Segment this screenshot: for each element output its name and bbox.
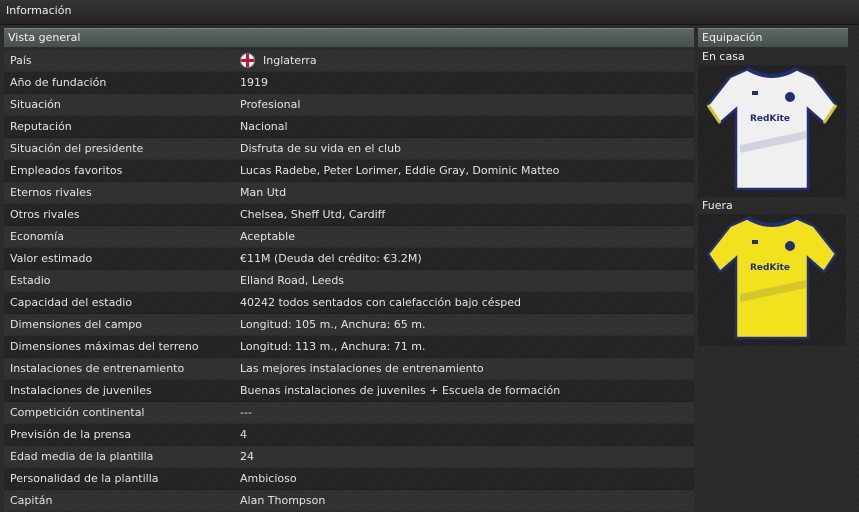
home-sponsor-text: RedKite xyxy=(750,114,790,124)
info-value: Chelsea, Sheff Utd, Cardiff xyxy=(240,208,386,221)
window-title: Información xyxy=(6,4,72,17)
info-row-rivals: Eternos rivales Man Utd xyxy=(4,182,694,204)
info-label: Capitán xyxy=(10,494,53,507)
info-label: Situación xyxy=(10,98,61,111)
away-kit: RedKite xyxy=(698,214,846,346)
info-label: Personalidad de la plantilla xyxy=(10,472,159,485)
info-value: --- xyxy=(240,406,252,419)
away-sponsor-text: RedKite xyxy=(750,263,790,273)
info-label: Dimensiones del campo xyxy=(10,318,142,331)
info-row-stadium-capacity: Capacidad del estadio 40242 todos sentado… xyxy=(4,292,694,314)
info-value: €11M (Deuda del crédito: €3.2M) xyxy=(240,252,422,265)
kits-panel: Equipación En casa RedKite Fuera RedKite xyxy=(698,28,848,494)
info-label: Dimensiones máximas del terreno xyxy=(10,340,199,353)
window-title-bar: Información xyxy=(0,0,859,25)
overview-panel: Vista general País Inglaterra Año de funda… xyxy=(4,28,694,512)
info-row-favourite-staff: Empleados favoritos Lucas Radebe, Peter L… xyxy=(4,160,694,182)
info-label: Año de fundación xyxy=(10,76,107,89)
info-label: Reputación xyxy=(10,120,72,133)
info-label: Instalaciones de entrenamiento xyxy=(10,362,185,375)
info-row-squad-personality: Personalidad de la plantilla Ambicioso xyxy=(4,468,694,490)
info-row-continental-competition: Competición continental --- xyxy=(4,402,694,424)
info-value: Buenas instalaciones de juveniles + Escu… xyxy=(240,384,561,397)
info-value: Longitud: 113 m., Anchura: 71 m. xyxy=(240,340,426,353)
away-shirt-icon: RedKite xyxy=(706,216,838,340)
info-value: Profesional xyxy=(240,98,301,111)
info-label: Otros rivales xyxy=(10,208,80,221)
overview-header: Vista general xyxy=(4,28,694,48)
info-row-pitch-dimensions: Dimensiones del campo Longitud: 105 m., A… xyxy=(4,314,694,336)
info-value: Aceptable xyxy=(240,230,295,243)
info-value: Man Utd xyxy=(240,186,287,199)
info-value: Lucas Radebe, Peter Lorimer, Eddie Gray,… xyxy=(240,164,560,177)
info-label: Capacidad del estadio xyxy=(10,296,133,309)
info-label: Valor estimado xyxy=(10,252,93,265)
info-value: Longitud: 105 m., Anchura: 65 m. xyxy=(240,318,426,331)
info-label: Previsión de la prensa xyxy=(10,428,132,441)
info-value: Elland Road, Leeds xyxy=(240,274,345,287)
info-label: Edad media de la plantilla xyxy=(10,450,154,463)
info-label: Eternos rivales xyxy=(10,186,92,199)
info-label: Economía xyxy=(10,230,64,243)
info-row-founded: Año de fundación 1919 xyxy=(4,72,694,94)
info-row-youth-facilities: Instalaciones de juveniles Buenas instala… xyxy=(4,380,694,402)
home-kit: RedKite xyxy=(698,65,846,197)
info-row-chairman-status: Situación del presidente Disfruta de su v… xyxy=(4,138,694,160)
info-row-training-facilities: Instalaciones de entrenamiento Las mejore… xyxy=(4,358,694,380)
info-row-press-prediction: Previsión de la prensa 4 xyxy=(4,424,694,446)
info-value: Alan Thompson xyxy=(240,494,326,507)
country-name: Inglaterra xyxy=(263,54,317,67)
info-row-status: Situación Profesional xyxy=(4,94,694,116)
info-row-reputation: Reputación Nacional xyxy=(4,116,694,138)
info-row-captain: Capitán Alan Thompson xyxy=(4,490,694,512)
info-value: Las mejores instalaciones de entrenamien… xyxy=(240,362,484,375)
home-shirt-icon: RedKite xyxy=(706,67,838,191)
info-row-other-rivals: Otros rivales Chelsea, Sheff Utd, Cardiff xyxy=(4,204,694,226)
england-flag-icon xyxy=(240,53,255,68)
info-value: 40242 todos sentados con calefacción baj… xyxy=(240,296,522,309)
info-label: Instalaciones de juveniles xyxy=(10,384,152,397)
info-value: 24 xyxy=(240,450,254,463)
info-row-finances: Economía Aceptable xyxy=(4,226,694,248)
info-row-max-pitch-dimensions: Dimensiones máximas del terreno Longitud:… xyxy=(4,336,694,358)
info-row-country: País Inglaterra xyxy=(4,50,694,72)
info-label: Empleados favoritos xyxy=(10,164,123,177)
info-row-stadium: Estadio Elland Road, Leeds xyxy=(4,270,694,292)
kits-header: Equipación xyxy=(698,28,848,48)
info-label: Competición continental xyxy=(10,406,145,419)
info-value: 4 xyxy=(240,428,247,441)
info-label: Situación del presidente xyxy=(10,142,144,155)
info-value: Ambicioso xyxy=(240,472,297,485)
info-value: 1919 xyxy=(240,76,268,89)
info-row-estimated-value: Valor estimado €11M (Deuda del crédito: €… xyxy=(4,248,694,270)
info-label: Estadio xyxy=(10,274,51,287)
overview-rows: País Inglaterra Año de fundación 1919 Situac… xyxy=(4,50,694,512)
info-value: Nacional xyxy=(240,120,288,133)
info-value: Inglaterra xyxy=(240,50,317,71)
info-value: Disfruta de su vida en el club xyxy=(240,142,402,155)
info-row-average-age: Edad media de la plantilla 24 xyxy=(4,446,694,468)
info-label: País xyxy=(10,54,32,67)
